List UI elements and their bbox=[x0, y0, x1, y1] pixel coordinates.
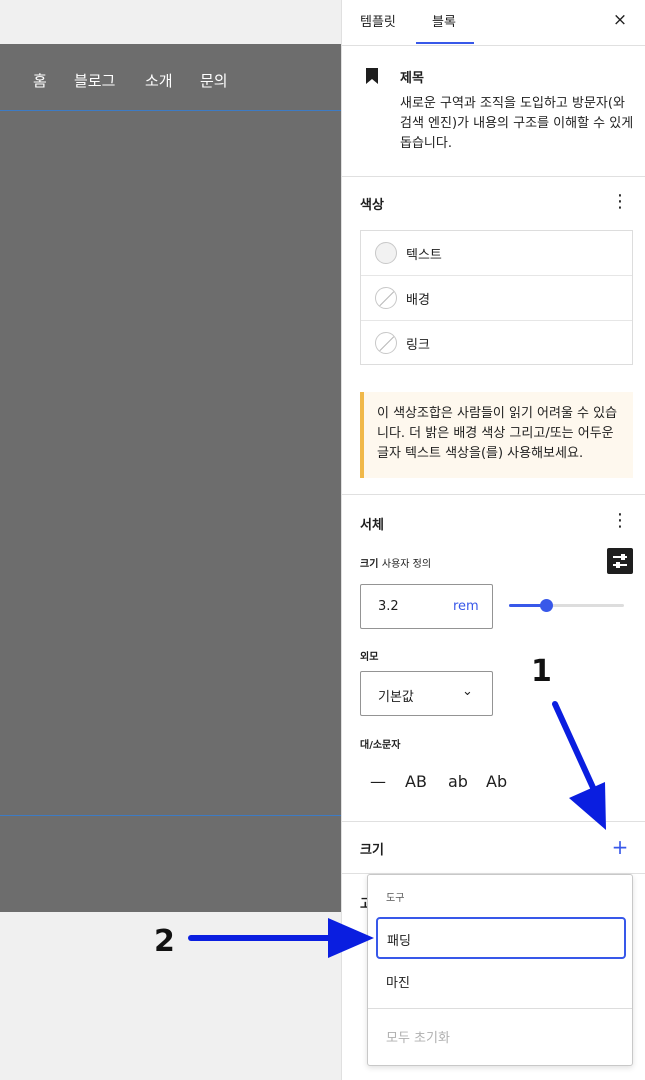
font-size-input[interactable]: 3.2 rem bbox=[360, 584, 493, 629]
nav-item-blog[interactable]: 블로그 bbox=[74, 70, 115, 91]
color-options-icon[interactable]: ⋮ bbox=[608, 190, 632, 214]
font-size-value: 3.2 bbox=[378, 599, 399, 614]
letter-case-label: 대/소문자 bbox=[360, 740, 401, 751]
color-item-label: 링크 bbox=[406, 338, 430, 353]
color-item-background[interactable]: 배경 bbox=[361, 275, 632, 320]
menu-item-padding[interactable]: 패딩 bbox=[376, 917, 626, 959]
color-item-link[interactable]: 링크 bbox=[361, 320, 632, 365]
case-uppercase-button[interactable]: AB bbox=[405, 772, 427, 791]
annotation-arrow-right-icon bbox=[188, 918, 374, 958]
block-description: 새로운 구역과 조직을 도입하고 방문자(와 검색 엔진)가 내용의 구조를 이… bbox=[400, 96, 634, 151]
tab-block[interactable]: 블록 bbox=[432, 11, 456, 30]
divider bbox=[342, 494, 645, 495]
header-block[interactable] bbox=[0, 44, 341, 912]
case-none-button[interactable]: — bbox=[370, 772, 386, 791]
menu-item-margin[interactable]: 마진 bbox=[376, 959, 626, 1001]
font-size-label: 크기 사용자 정의 bbox=[360, 559, 432, 570]
selection-line-top bbox=[0, 110, 341, 111]
appearance-select[interactable]: 기본값 ⌄ bbox=[360, 671, 493, 716]
color-list: 텍스트 배경 링크 bbox=[360, 230, 633, 365]
appearance-value: 기본값 bbox=[378, 690, 414, 705]
appearance-label: 외모 bbox=[360, 652, 379, 663]
color-item-label: 배경 bbox=[406, 293, 430, 308]
color-panel-title: 색상 bbox=[360, 198, 384, 213]
selection-line-bottom bbox=[0, 815, 341, 816]
font-size-unit[interactable]: rem bbox=[453, 599, 479, 614]
close-sidebar-button[interactable]: × bbox=[608, 8, 632, 32]
nav-item-contact[interactable]: 문의 bbox=[200, 70, 228, 91]
typography-panel-title: 서체 bbox=[360, 518, 384, 533]
tab-template[interactable]: 템플릿 bbox=[360, 11, 396, 30]
color-item-text[interactable]: 텍스트 bbox=[361, 231, 632, 276]
font-size-slider[interactable] bbox=[509, 599, 624, 612]
nav-item-about[interactable]: 소개 bbox=[145, 70, 173, 91]
nav-item-home[interactable]: 홈 bbox=[33, 70, 47, 91]
contrast-warning: 이 색상조합은 사람들이 읽기 어려울 수 있습니다. 더 밝은 배경 색상 그… bbox=[360, 392, 633, 478]
case-lowercase-button[interactable]: ab bbox=[448, 772, 468, 791]
color-item-label: 텍스트 bbox=[406, 248, 442, 263]
no-color-icon bbox=[375, 287, 397, 309]
site-navigation: 홈 블로그 소개 문의 bbox=[0, 44, 341, 110]
annotation-number-1: 1 bbox=[531, 654, 552, 689]
divider bbox=[342, 45, 645, 46]
divider bbox=[342, 176, 645, 177]
dimensions-panel-title: 크기 bbox=[360, 843, 384, 858]
annotation-arrow-down-icon bbox=[552, 701, 606, 830]
slider-thumb[interactable] bbox=[540, 599, 553, 612]
bookmark-icon bbox=[366, 68, 378, 84]
case-capitalize-button[interactable]: Ab bbox=[486, 772, 507, 791]
color-swatch-icon bbox=[375, 242, 397, 264]
typography-options-icon[interactable]: ⋮ bbox=[608, 509, 632, 533]
block-title: 제목 bbox=[400, 71, 424, 86]
custom-size-toggle-icon[interactable] bbox=[607, 548, 633, 574]
dimensions-options-menu: 도구 패딩 마진 모두 초기화 bbox=[367, 874, 633, 1066]
menu-group-label: 도구 bbox=[386, 893, 405, 904]
plus-icon[interactable]: + bbox=[608, 835, 632, 859]
sidebar-tabs: 템플릿 블록 × bbox=[342, 0, 645, 45]
no-color-icon bbox=[375, 332, 397, 354]
reset-all-button[interactable]: 모두 초기화 bbox=[386, 1027, 450, 1046]
annotation-number-2: 2 bbox=[154, 924, 175, 959]
menu-divider bbox=[368, 1008, 632, 1009]
chevron-down-icon: ⌄ bbox=[462, 684, 473, 699]
active-tab-indicator bbox=[416, 42, 474, 44]
